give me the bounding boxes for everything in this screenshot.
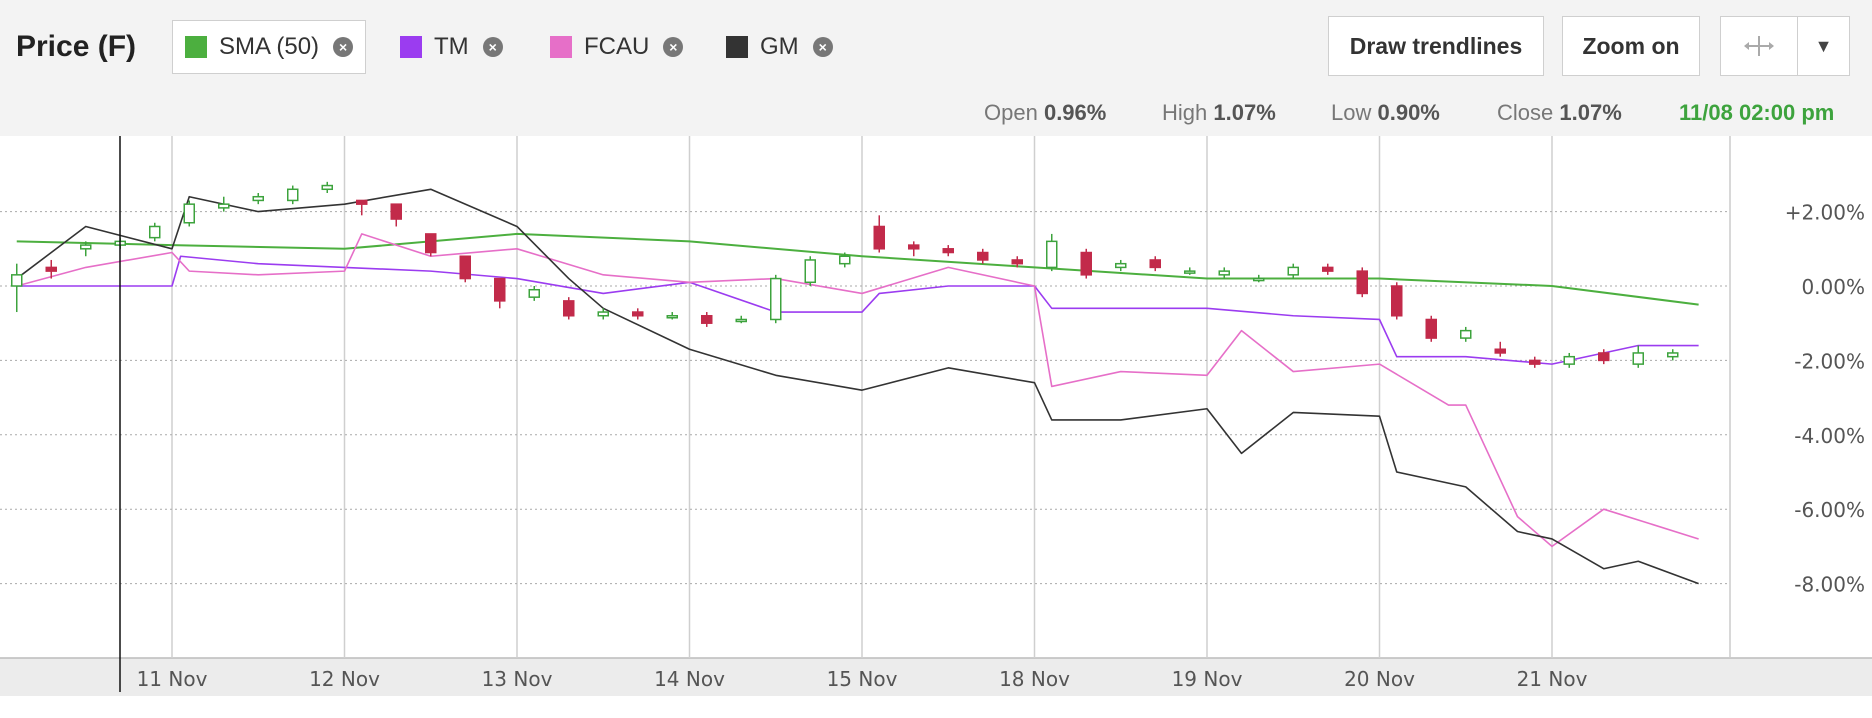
candle-body	[494, 277, 506, 302]
draw-trendlines-button[interactable]: Draw trendlines	[1328, 16, 1544, 76]
x-axis-band	[0, 658, 1872, 696]
candle-body	[149, 225, 161, 239]
candle-body	[977, 251, 989, 261]
candle-body	[218, 203, 230, 209]
candle-body	[1115, 262, 1127, 269]
candle-body	[252, 195, 264, 202]
candle-body	[1218, 270, 1230, 276]
candle-body	[1425, 318, 1437, 339]
candle-body	[632, 311, 644, 317]
candle-body	[873, 225, 885, 250]
candle-body	[1529, 359, 1541, 365]
candle-body	[390, 203, 402, 220]
x-tick-label: 12 Nov	[309, 667, 380, 691]
close-icon[interactable]: ×	[482, 37, 503, 57]
candle-body	[942, 248, 954, 254]
legend-item-sma[interactable]: SMA (50) ×	[172, 20, 367, 74]
candle-body	[459, 255, 471, 280]
candle-body	[1460, 329, 1472, 339]
candle-body	[563, 300, 575, 317]
series-line-tm	[16, 255, 1699, 365]
candle-body	[908, 244, 920, 250]
legend-item-tm[interactable]: TM ×	[400, 20, 503, 74]
x-tick-label: 21 Nov	[1517, 667, 1588, 691]
y-tick-label: -4.00%	[1794, 424, 1865, 448]
candle-body	[1494, 348, 1506, 354]
price-chart[interactable]: 11 Nov 12 Nov 13 Nov 14 Nov 15 Nov 18 Nov 19 N…	[0, 136, 1872, 696]
ohlc-close: Close 1.07%	[1497, 100, 1622, 125]
candle-body	[1322, 266, 1334, 272]
legend-item-gm[interactable]: GM ×	[726, 20, 833, 74]
x-tick-label: 11 Nov	[137, 667, 208, 691]
crosshair-timestamp: 11/08 02:00 pm	[1679, 100, 1835, 125]
candle-body	[1011, 259, 1023, 265]
candle-body	[1667, 352, 1679, 358]
legend-label-fcau: FCAU	[584, 33, 650, 60]
sma-swatch	[185, 36, 207, 58]
candle-body	[528, 288, 540, 298]
ohlc-high: High 1.07%	[1162, 100, 1276, 125]
candle-body	[1287, 266, 1299, 276]
chart-mode-control: ▼	[1720, 16, 1850, 76]
candle-body	[1632, 352, 1644, 365]
x-tick-label: 15 Nov	[827, 667, 898, 691]
candle-body	[321, 184, 333, 191]
candle-body	[287, 188, 299, 202]
series-line-sma-50	[16, 232, 1699, 306]
candle-body	[11, 274, 23, 287]
candle-body	[1563, 355, 1575, 365]
y-tick-label: 0.00%	[1801, 275, 1865, 299]
candle-body	[839, 255, 851, 265]
ohlc-open: Open 0.96%	[984, 100, 1107, 125]
candle-body	[597, 311, 609, 317]
legend-item-fcau[interactable]: FCAU ×	[550, 20, 684, 74]
candle-body	[1046, 240, 1058, 269]
legend-label-sma: SMA (50)	[219, 33, 320, 60]
x-tick-label: 20 Nov	[1344, 667, 1415, 691]
candle-body	[356, 199, 368, 205]
close-icon[interactable]: ×	[812, 37, 833, 57]
fcau-swatch	[550, 36, 572, 58]
candle-body	[80, 244, 92, 250]
x-tick-label: 14 Nov	[654, 667, 725, 691]
y-tick-label: -8.00%	[1794, 573, 1865, 597]
series-line-gm	[16, 188, 1699, 585]
zoom-on-button[interactable]: Zoom on	[1562, 16, 1700, 76]
close-icon[interactable]: ×	[333, 37, 354, 57]
candle-body	[1184, 270, 1196, 274]
candle-body	[770, 277, 782, 321]
chart-title: Price (F)	[16, 30, 137, 63]
close-icon[interactable]: ×	[663, 37, 684, 57]
crosshair-icon[interactable]	[1721, 17, 1798, 75]
candle-body	[45, 266, 57, 272]
y-tick-label: +2.00%	[1785, 201, 1865, 225]
chevron-down-icon[interactable]: ▼	[1798, 17, 1849, 75]
toolbar: Price (F) SMA (50) × TM × FCAU × GM × Dr…	[0, 0, 1872, 136]
candle-body	[701, 315, 713, 324]
x-tick-label: 18 Nov	[999, 667, 1070, 691]
legend-label-gm: GM	[760, 33, 799, 60]
candle-body	[183, 203, 195, 224]
candle-body	[1253, 277, 1265, 282]
x-tick-label: 13 Nov	[482, 667, 553, 691]
x-tick-label: 19 Nov	[1172, 667, 1243, 691]
ohlc-low: Low 0.90%	[1331, 100, 1440, 125]
gm-swatch	[726, 36, 748, 58]
y-tick-label: -6.00%	[1794, 498, 1865, 522]
tm-swatch	[400, 36, 422, 58]
y-tick-label: -2.00%	[1794, 349, 1865, 373]
candle-body	[1080, 251, 1092, 276]
candle-body	[804, 259, 816, 284]
candle-body	[1149, 259, 1161, 269]
candle-body	[735, 318, 747, 323]
candle-body	[425, 233, 437, 254]
legend-label-tm: TM	[434, 33, 469, 60]
candle-body	[666, 315, 678, 319]
candle-body	[1391, 285, 1403, 317]
candle-body	[1598, 352, 1610, 362]
candle-body	[1356, 270, 1368, 295]
